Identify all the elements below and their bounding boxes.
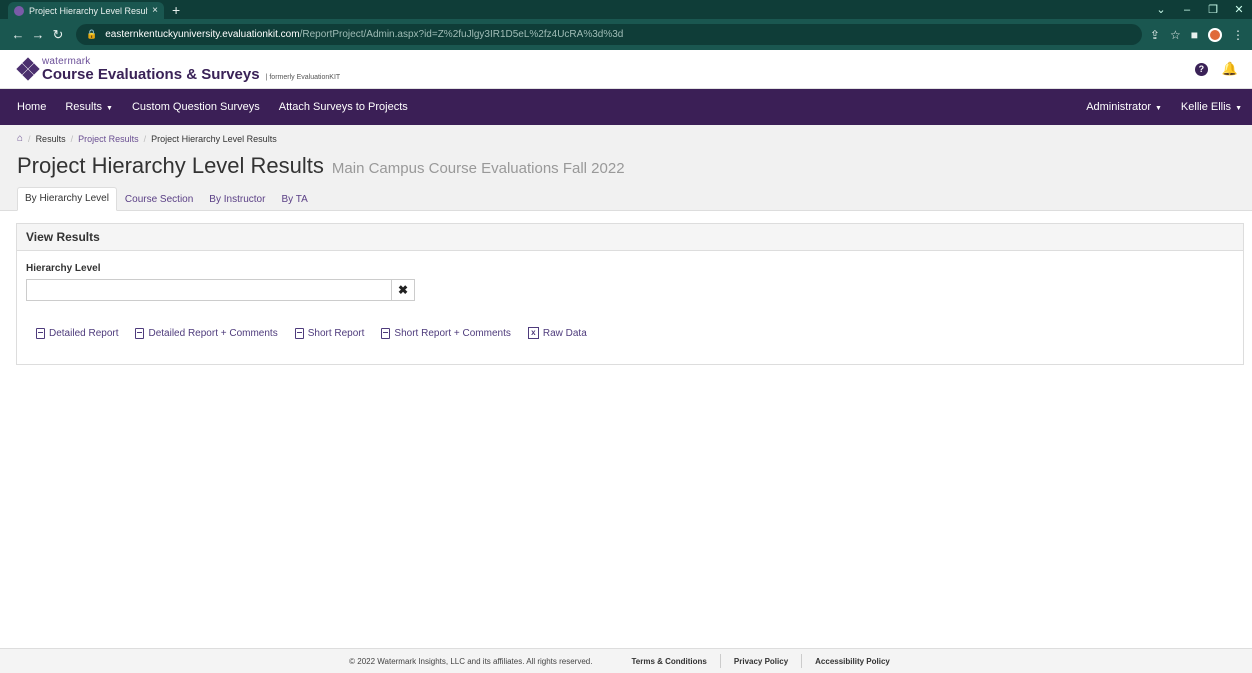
browser-toolbar: ← → ↻ 🔒 easternkentuckyuniversity.evalua… xyxy=(0,19,1252,50)
raw-data-link[interactable]: x Raw Data xyxy=(527,327,587,339)
watermark-logo-icon xyxy=(16,57,40,81)
short-report-label: Short Report xyxy=(307,327,365,339)
short-report-link[interactable]: Short Report xyxy=(294,327,365,339)
copyright-text: © 2022 Watermark Insights, LLC and its a… xyxy=(349,656,593,666)
detailed-report-label: Detailed Report xyxy=(49,327,119,339)
breadcrumb-current: Project Hierarchy Level Results xyxy=(151,133,277,144)
short-report-comments-link[interactable]: Short Report + Comments xyxy=(381,327,511,339)
back-icon[interactable]: ← xyxy=(8,27,28,42)
caret-down-icon: ▼ xyxy=(1154,105,1162,112)
pdf-icon xyxy=(381,327,391,339)
help-icon[interactable]: ? xyxy=(1194,62,1208,76)
terms-link[interactable]: Terms & Conditions xyxy=(618,657,719,666)
page-title: Project Hierarchy Level Results xyxy=(17,153,324,178)
pdf-icon xyxy=(36,327,45,339)
brand-small: watermark xyxy=(42,55,91,67)
nav-user-label: Kellie Ellis xyxy=(1180,101,1232,113)
footer: © 2022 Watermark Insights, LLC and its a… xyxy=(0,648,1252,673)
bookmark-star-icon[interactable]: ☆ xyxy=(1170,28,1181,42)
report-links: Detailed Report Detailed Report + Commen… xyxy=(26,327,1234,339)
caret-down-icon: ▼ xyxy=(1235,105,1242,112)
nav-administrator[interactable]: Administrator ▼ xyxy=(1086,101,1162,113)
short-report-comments-label: Short Report + Comments xyxy=(394,327,511,339)
pdf-icon xyxy=(135,327,145,339)
page-header: ⌂ / Results / Project Results / Project … xyxy=(0,125,1252,211)
privacy-link[interactable]: Privacy Policy xyxy=(721,657,801,666)
view-results-panel: View Results Hierarchy Level ✖ Detailed … xyxy=(16,223,1244,365)
home-icon[interactable]: ⌂ xyxy=(17,133,23,144)
page-subtitle: Main Campus Course Evaluations Fall 2022 xyxy=(331,160,625,177)
browser-tabstrip: Project Hierarchy Level Results > × + ⌄ … xyxy=(0,0,1252,19)
raw-data-label: Raw Data xyxy=(542,327,587,339)
close-tab-icon[interactable]: × xyxy=(152,5,158,16)
excel-icon: x xyxy=(527,327,539,339)
address-bar[interactable]: 🔒 easternkentuckyuniversity.evaluationki… xyxy=(76,24,1142,45)
tab-by-hierarchy-level[interactable]: By Hierarchy Level xyxy=(17,187,117,211)
nav-custom-surveys[interactable]: Custom Question Surveys xyxy=(132,101,260,113)
tab-course-section[interactable]: Course Section xyxy=(117,188,201,211)
window-controls: ⌄ – ❐ ✕ xyxy=(1148,0,1252,19)
caret-down-icon: ▼ xyxy=(106,105,113,112)
close-window-icon[interactable]: ✕ xyxy=(1226,3,1252,16)
pdf-icon xyxy=(294,327,304,339)
detailed-report-comments-link[interactable]: Detailed Report + Comments xyxy=(135,327,278,339)
breadcrumb-results: Results xyxy=(35,133,66,144)
panel-heading: View Results xyxy=(17,224,1243,251)
breadcrumb-separator: / xyxy=(28,133,31,144)
tab-by-instructor[interactable]: By Instructor xyxy=(201,188,273,211)
lock-icon: 🔒 xyxy=(86,29,98,39)
brand[interactable]: watermark Course Evaluations & Surveys |… xyxy=(42,55,340,82)
main-nav: Home Results ▼ Custom Question Surveys At… xyxy=(0,89,1252,125)
hierarchy-level-label: Hierarchy Level xyxy=(26,263,101,274)
breadcrumb-separator: / xyxy=(143,133,147,144)
detailed-report-link[interactable]: Detailed Report xyxy=(36,327,118,339)
forward-icon[interactable]: → xyxy=(28,27,48,42)
breadcrumb: ⌂ / Results / Project Results / Project … xyxy=(17,133,1236,144)
detailed-report-comments-label: Detailed Report + Comments xyxy=(148,327,278,339)
browser-tools: ⇪ ☆ ■ ⋮ xyxy=(1150,27,1244,42)
url-path: /ReportProject/Admin.aspx?id=Z%2fuJlgy3I… xyxy=(299,29,624,40)
tab-search-icon[interactable]: ⌄ xyxy=(1148,3,1174,16)
product-name: Course Evaluations & Surveys | formerly … xyxy=(42,67,340,82)
formerly-label: | formerly EvaluationKIT xyxy=(265,73,341,81)
sidepanel-icon[interactable]: ■ xyxy=(1191,28,1198,42)
new-tab-button[interactable]: + xyxy=(172,2,180,19)
minimize-icon[interactable]: – xyxy=(1174,4,1200,16)
share-icon[interactable]: ⇪ xyxy=(1150,28,1160,42)
url-host: easternkentuckyuniversity.evaluationkit.… xyxy=(105,29,300,40)
nav-attach-surveys[interactable]: Attach Surveys to Projects xyxy=(279,101,408,113)
nav-results[interactable]: Results ▼ xyxy=(65,101,113,113)
nav-home[interactable]: Home xyxy=(17,101,46,113)
nav-results-label: Results xyxy=(65,101,103,113)
profile-avatar[interactable] xyxy=(1208,27,1222,42)
breadcrumb-separator: / xyxy=(70,133,74,144)
app-header: watermark Course Evaluations & Surveys |… xyxy=(0,50,1252,89)
breadcrumb-project-results[interactable]: Project Results xyxy=(78,134,139,144)
nav-user-menu[interactable]: Kellie Ellis ▼ xyxy=(1181,101,1242,113)
hierarchy-level-input[interactable] xyxy=(26,279,391,301)
browser-tab-title: Project Hierarchy Level Results > xyxy=(29,5,148,16)
result-tabs: By Hierarchy Level Course Section By Ins… xyxy=(17,187,316,211)
tab-by-ta[interactable]: By TA xyxy=(273,188,315,211)
menu-kebab-icon[interactable]: ⋮ xyxy=(1232,28,1244,42)
bell-icon[interactable]: 🔔 xyxy=(1222,61,1238,77)
favicon-icon xyxy=(14,5,24,16)
reload-icon[interactable]: ↻ xyxy=(48,27,68,43)
product-label: Course Evaluations & Surveys xyxy=(42,65,260,83)
browser-tab[interactable]: Project Hierarchy Level Results > × xyxy=(8,2,164,19)
clear-icon[interactable]: ✖ xyxy=(391,279,415,301)
restore-icon[interactable]: ❐ xyxy=(1200,3,1226,16)
accessibility-link[interactable]: Accessibility Policy xyxy=(802,657,903,666)
nav-administrator-label: Administrator xyxy=(1086,101,1151,113)
